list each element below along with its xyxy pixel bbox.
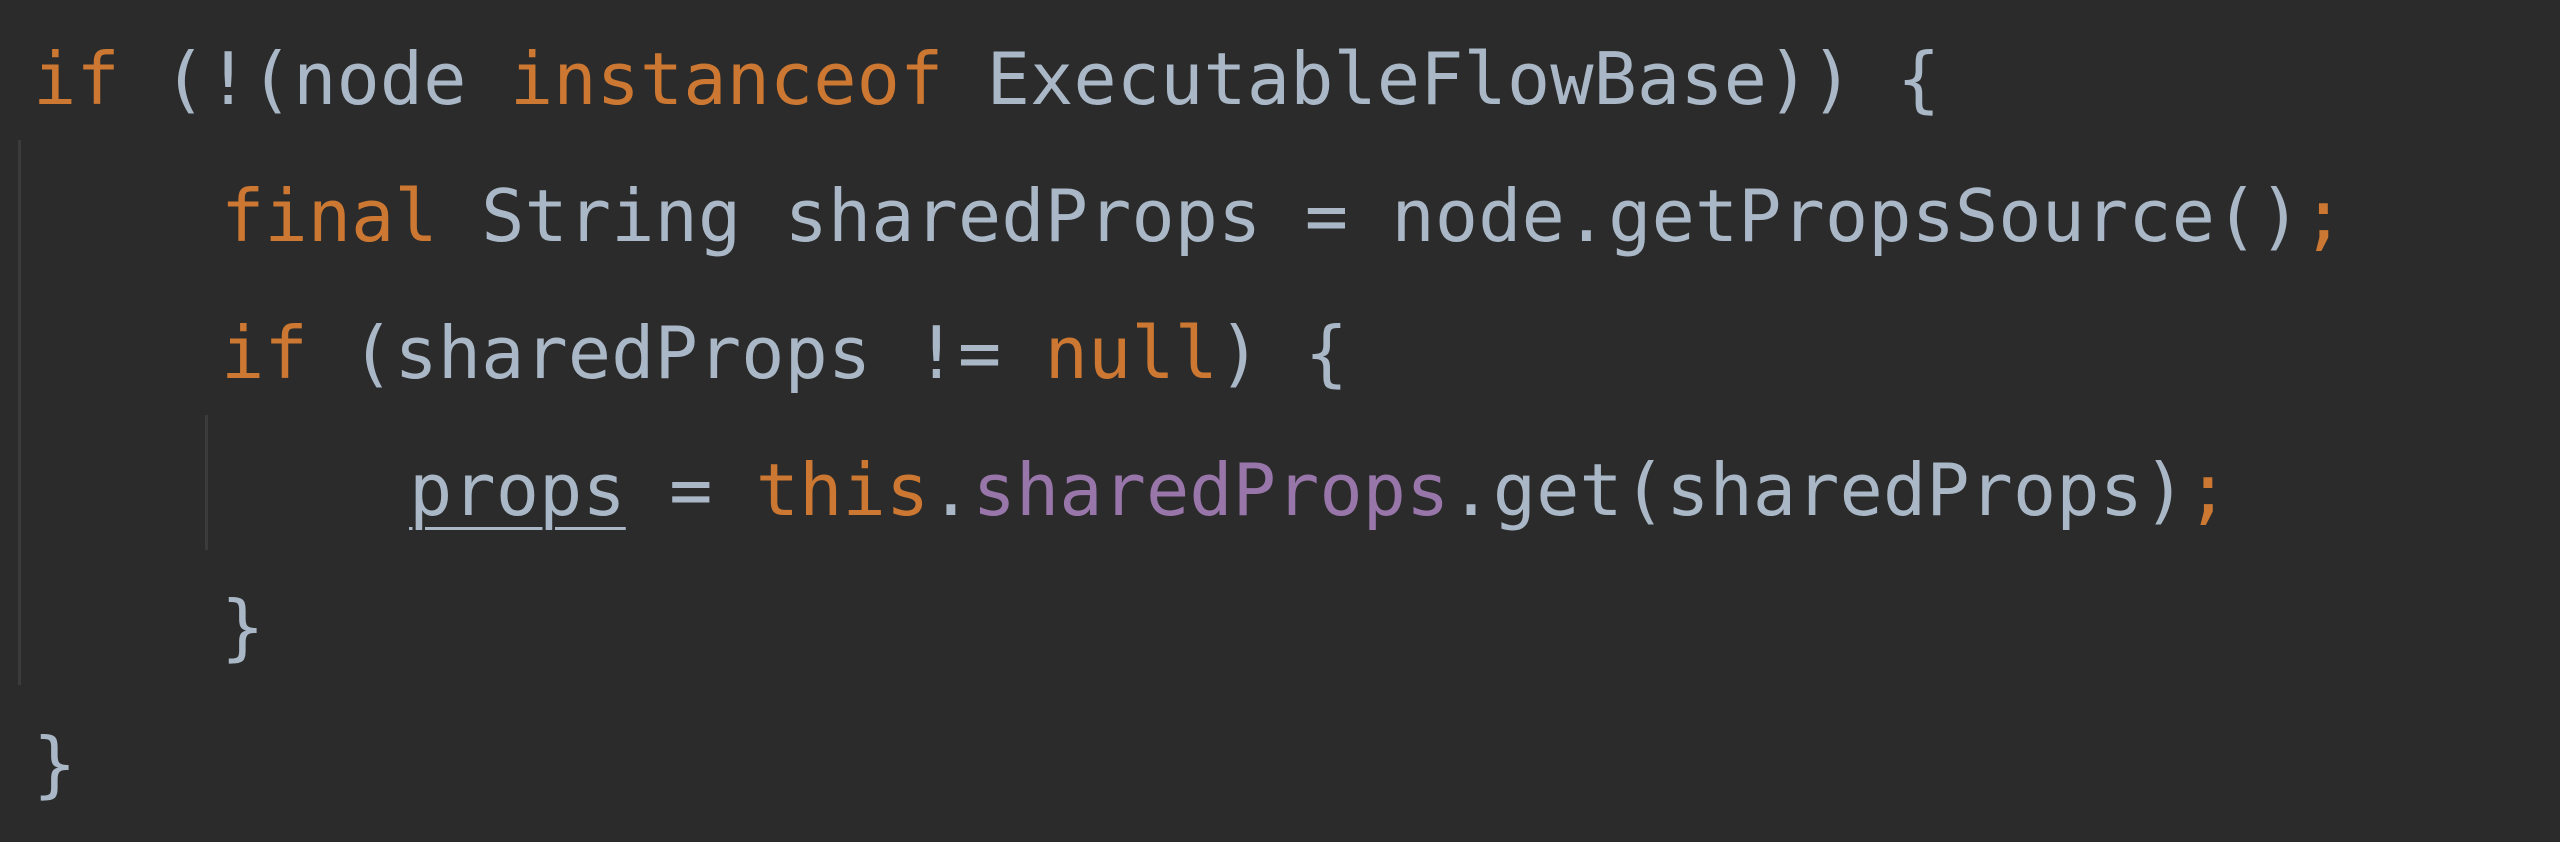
code-token: } [221, 585, 265, 669]
code-line-4[interactable]: props = this.sharedProps.get(sharedProps… [409, 421, 2230, 559]
code-token: instanceof [509, 37, 944, 121]
code-line-5[interactable]: } [221, 558, 264, 696]
code-token: (sharedProps != [307, 311, 1045, 395]
code-token: } [33, 722, 77, 806]
code-line-3[interactable]: if (sharedProps != null) { [221, 284, 1348, 422]
code-line-2[interactable]: final String sharedProps = node.getProps… [221, 147, 2345, 285]
code-editor[interactable]: if (!(node instanceof ExecutableFlowBase… [0, 0, 2560, 842]
code-token: ; [2301, 174, 2346, 258]
indent-guide-outer [18, 140, 21, 685]
code-token: sharedProps [972, 448, 1450, 532]
code-token: String sharedProps = node.getPropsSource… [437, 174, 2302, 258]
code-line-1[interactable]: if (!(node instanceof ExecutableFlowBase… [33, 10, 1940, 148]
code-token: (!(node [119, 37, 510, 121]
indent-guide-inner [205, 415, 208, 550]
code-token: final [221, 174, 438, 258]
code-token: this [755, 448, 930, 532]
code-token: if [221, 311, 308, 395]
code-token: null [1044, 311, 1219, 395]
code-token: ; [2186, 448, 2230, 532]
code-token: . [929, 448, 973, 532]
code-token: ) { [1218, 311, 1349, 395]
code-token: ExecutableFlowBase)) { [943, 37, 1941, 121]
code-token: props [409, 448, 626, 532]
code-token: .get(sharedProps) [1449, 448, 2187, 532]
code-line-6[interactable]: } [33, 695, 76, 833]
code-token: if [33, 37, 120, 121]
code-token: = [625, 448, 756, 532]
